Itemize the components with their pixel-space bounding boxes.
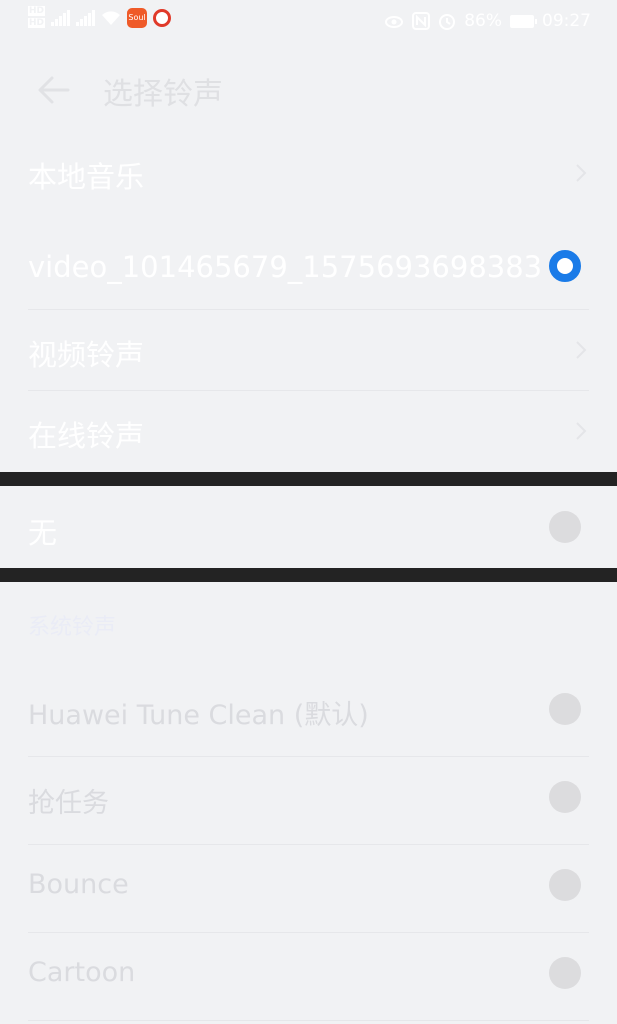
nfc-icon xyxy=(412,12,431,30)
status-bar-right: 86% 09:27 xyxy=(384,11,591,31)
list-item-label: 视频铃声 xyxy=(28,338,145,372)
list-item-system-ringtone[interactable]: Bounce xyxy=(0,845,617,933)
list-item-system-ringtone[interactable]: 抢任务 xyxy=(0,757,617,845)
radio-unselected[interactable] xyxy=(549,957,581,989)
list-item-local-music[interactable]: 本地音乐 xyxy=(0,134,617,212)
sim-indicator: HD HD xyxy=(28,6,46,30)
notification-app-icon: Soul xyxy=(127,8,148,28)
status-bar: HD HD Soul 86% 09:27 xyxy=(0,0,617,44)
page-title: 选择铃声 xyxy=(103,77,223,112)
list-item-label: video_101465679_1575693698383 xyxy=(28,250,543,284)
wifi-icon xyxy=(102,11,121,25)
radio-unselected[interactable] xyxy=(549,511,581,543)
list-item-label: 本地音乐 xyxy=(28,160,145,194)
radio-unselected[interactable] xyxy=(549,869,581,901)
list-item-system-ringtone[interactable]: Cartoon xyxy=(0,933,617,1021)
notification-weibo-icon xyxy=(153,9,172,27)
list-item-label: Cartoon xyxy=(28,957,136,988)
app-bar: 选择铃声 xyxy=(0,44,617,134)
eye-comfort-icon xyxy=(385,16,404,28)
radio-unselected[interactable] xyxy=(549,693,581,725)
section-header-system-ringtones: 系统铃声 xyxy=(28,615,117,640)
list-item-none[interactable]: 无 xyxy=(0,486,617,568)
signal-icon-2 xyxy=(76,10,96,26)
battery-icon xyxy=(510,14,537,28)
divider xyxy=(28,1020,589,1021)
clock: 09:27 xyxy=(542,11,591,31)
list-item-label: 无 xyxy=(28,516,58,550)
radio-unselected[interactable] xyxy=(549,781,581,813)
list-item-system-ringtone[interactable]: Huawei Tune Clean (默认) xyxy=(0,668,617,756)
chevron-right-icon xyxy=(576,341,587,359)
signal-icon xyxy=(51,10,71,26)
status-bar-left: HD HD Soul xyxy=(28,6,172,30)
list-item-online-ringtones[interactable]: 在线铃声 xyxy=(0,391,617,471)
chevron-right-icon xyxy=(576,422,587,440)
list-item-label: 在线铃声 xyxy=(28,419,145,453)
list-item-label: Bounce xyxy=(28,869,129,900)
highlight-bar-bottom xyxy=(0,568,617,582)
list-item-video-ringtones[interactable]: 视频铃声 xyxy=(0,310,617,390)
list-item-selected-ringtone[interactable]: video_101465679_1575693698383 xyxy=(0,220,617,310)
chevron-right-icon xyxy=(576,164,587,182)
app-icon-label: Soul xyxy=(128,13,146,22)
radio-selected[interactable] xyxy=(549,250,581,282)
list-item-label: 抢任务 xyxy=(28,788,109,819)
list-item-label: Huawei Tune Clean (默认) xyxy=(28,700,369,731)
back-arrow-icon[interactable] xyxy=(36,72,72,108)
sim-label-1: HD xyxy=(28,6,46,16)
battery-percent: 86% xyxy=(464,11,502,31)
sim-label-2: HD xyxy=(28,18,46,28)
alarm-icon xyxy=(439,14,456,30)
highlight-bar-top xyxy=(0,472,617,486)
